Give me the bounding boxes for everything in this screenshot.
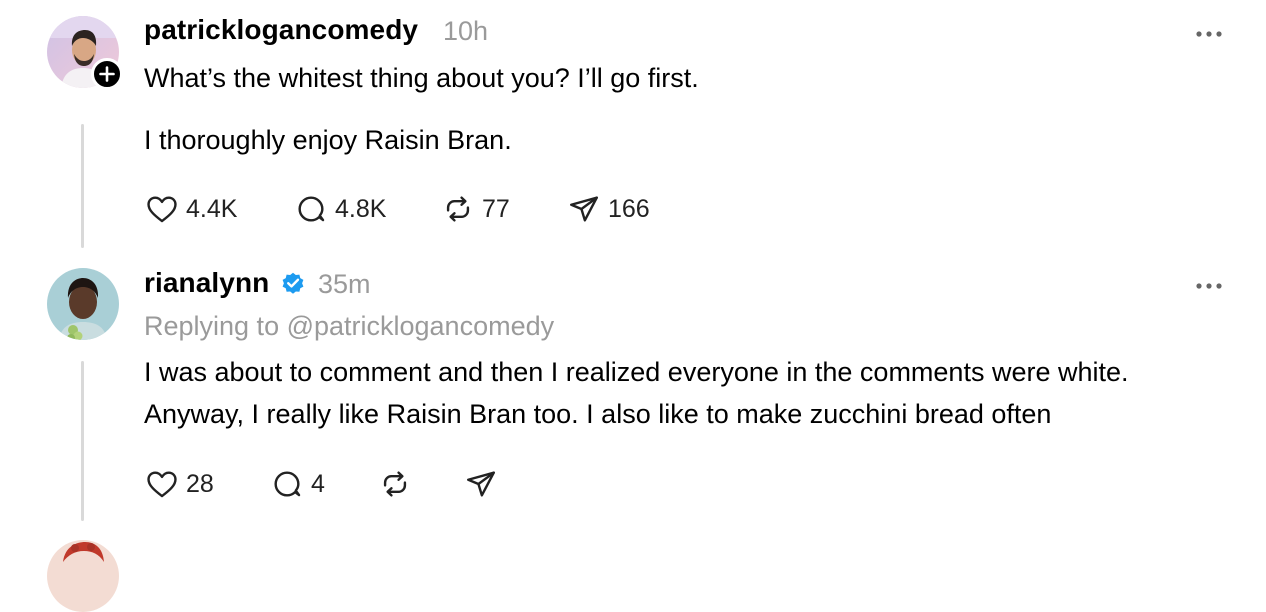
repost-arrows-icon xyxy=(383,471,407,497)
paper-plane-icon xyxy=(570,196,598,222)
heart-icon xyxy=(147,471,177,498)
like-count: 28 xyxy=(186,469,214,498)
thread-line xyxy=(81,124,84,248)
reply-button[interactable]: 4 xyxy=(269,466,325,502)
verified-badge-icon xyxy=(282,272,304,294)
share-button[interactable] xyxy=(463,466,499,502)
like-count: 4.4K xyxy=(186,194,238,223)
post-text-line: Anyway, I really like Raisin Bran too. I… xyxy=(144,399,1052,429)
username[interactable]: rianalynn xyxy=(144,267,269,299)
thread-line xyxy=(81,361,84,521)
heart-icon xyxy=(147,196,177,223)
more-dots-icon xyxy=(1196,31,1222,37)
repost-button[interactable]: 77 xyxy=(440,191,510,227)
share-button[interactable]: 166 xyxy=(566,191,650,227)
post-rianalynn: rianalynn 35m Replying to @patrickloganc… xyxy=(0,250,1266,540)
avatar-rianalynn[interactable] xyxy=(47,268,119,340)
reply-count: 4 xyxy=(311,469,325,498)
comment-bubble-icon xyxy=(274,471,301,497)
avatar-image xyxy=(47,268,119,340)
reply-count: 4.8K xyxy=(335,194,387,223)
plus-icon xyxy=(99,66,115,82)
username[interactable]: patricklogancomedy xyxy=(144,14,418,46)
avatar-next-reply[interactable] xyxy=(47,540,119,612)
more-options-button[interactable] xyxy=(1195,26,1225,37)
share-count: 166 xyxy=(608,194,650,223)
post-patricklogancomedy: patricklogancomedy 10h What’s the whites… xyxy=(0,0,1266,250)
like-button[interactable]: 28 xyxy=(144,466,214,502)
timestamp[interactable]: 35m xyxy=(318,269,371,300)
post-text-line: I thoroughly enjoy Raisin Bran. xyxy=(144,125,512,155)
follow-button[interactable] xyxy=(91,58,123,90)
paper-plane-icon xyxy=(467,471,495,497)
reply-button[interactable]: 4.8K xyxy=(293,191,386,227)
avatar-image xyxy=(47,540,119,612)
repost-button[interactable] xyxy=(377,466,413,502)
repost-arrows-icon xyxy=(446,196,470,222)
comment-bubble-icon xyxy=(298,196,325,222)
post-text-line: I was about to comment and then I realiz… xyxy=(144,357,1129,387)
replying-to-label[interactable]: Replying to @patricklogancomedy xyxy=(144,311,554,342)
repost-count: 77 xyxy=(482,194,510,223)
timestamp[interactable]: 10h xyxy=(443,16,488,47)
more-dots-icon xyxy=(1196,283,1222,289)
more-options-button[interactable] xyxy=(1195,278,1225,289)
like-button[interactable]: 4.4K xyxy=(144,191,237,227)
post-text-line: What’s the whitest thing about you? I’ll… xyxy=(144,63,699,93)
